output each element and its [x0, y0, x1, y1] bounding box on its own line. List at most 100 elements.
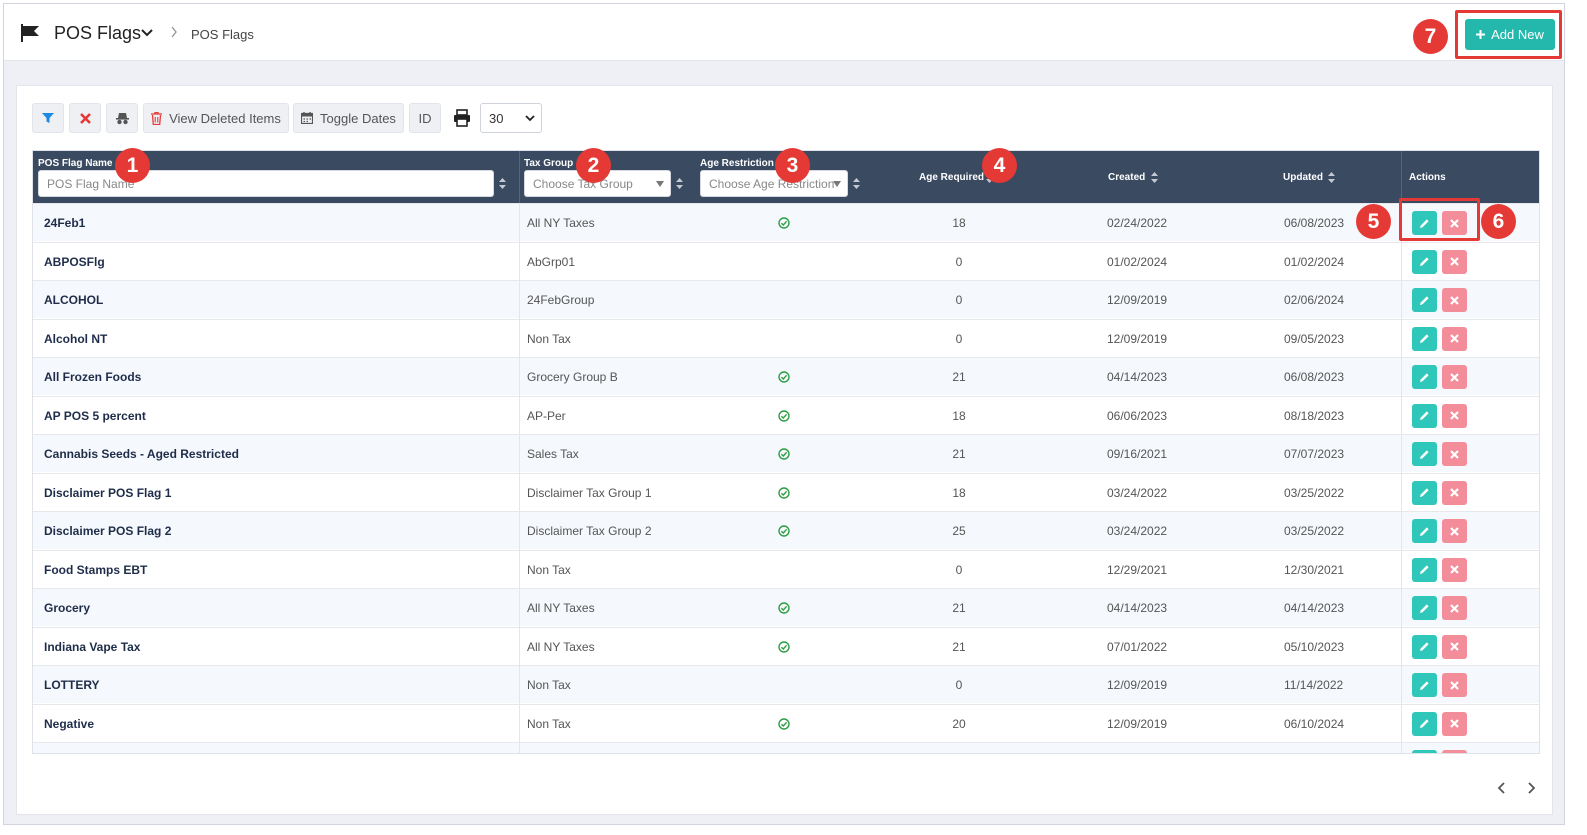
edit-button[interactable] — [1412, 519, 1437, 543]
table-row[interactable]: Negative Non Tax 20 12/09/2019 06/10/2024 — [33, 703, 1539, 742]
callout-badge: 1 — [115, 148, 150, 183]
pos-flag-name[interactable]: LOTTERY — [44, 678, 100, 692]
page-size-select[interactable]: 30 — [480, 103, 542, 133]
table-row[interactable]: 24Feb1 All NY Taxes 18 02/24/2022 06/08/2023 — [33, 203, 1539, 241]
sort-icon[interactable] — [499, 178, 506, 189]
edit-button[interactable] — [1412, 557, 1437, 582]
tax-group-value: Non Tax — [527, 331, 571, 346]
pencil-icon — [1420, 372, 1429, 382]
pencil-icon — [1420, 295, 1429, 305]
edit-button[interactable] — [1412, 403, 1437, 428]
tax-group-value: All NY Taxes — [527, 216, 595, 230]
sort-icon[interactable] — [676, 178, 683, 189]
delete-button[interactable] — [1442, 557, 1467, 582]
edit-button[interactable] — [1412, 711, 1437, 736]
next-page-icon[interactable] — [1524, 781, 1538, 795]
table-row[interactable]: Food Stamps EBT Non Tax 0 12/29/2021 12/30/2… — [33, 549, 1539, 588]
close-icon — [1450, 488, 1459, 497]
column-header-age-required[interactable]: Age Required — [919, 172, 984, 183]
pos-flag-name[interactable]: Disclaimer POS Flag 2 — [44, 524, 171, 538]
age-restriction-filter-select[interactable]: Choose Age Restriction — [700, 170, 848, 197]
table-row[interactable]: Disclaimer POS Flag 2 Disclaimer Tax Grou… — [33, 511, 1539, 549]
created-date: 12/09/2019 — [1107, 678, 1168, 692]
delete-button[interactable] — [1442, 288, 1467, 312]
tax-group-value: AP-Per — [527, 408, 566, 423]
table-row[interactable]: Cannabis Seeds - Aged Restricted Sales Ta… — [33, 434, 1539, 472]
delete-button[interactable] — [1442, 634, 1467, 659]
table-row[interactable]: All Frozen Foods Grocery Group B 21 04/14/2… — [33, 357, 1539, 395]
chevron-down-icon[interactable] — [141, 28, 153, 38]
pos-flag-name[interactable]: AP POS 5 percent — [44, 409, 146, 423]
incognito-button[interactable] — [106, 103, 138, 133]
pencil-icon — [1420, 334, 1429, 343]
chevron-down-icon — [656, 181, 664, 187]
table-row[interactable]: ABPOSFlg AbGrp01 0 01/02/2024 01/02/2024 — [33, 241, 1539, 280]
edit-button[interactable] — [1412, 365, 1437, 389]
delete-button[interactable] — [1442, 403, 1467, 428]
clear-filter-button[interactable] — [69, 103, 101, 133]
sort-icon[interactable] — [1151, 172, 1158, 183]
column-header-name: POS Flag Name — [38, 158, 113, 169]
delete-button[interactable] — [1442, 326, 1467, 351]
breadcrumb[interactable]: POS Flags — [191, 27, 254, 42]
id-toggle-button[interactable]: ID — [409, 103, 441, 133]
table-row[interactable]: Indiana Vape Tax All NY Taxes 21 07/01/2022… — [33, 626, 1539, 665]
table-row[interactable]: Alcohol NT Non Tax 0 12/09/2019 09/05/2023 — [33, 318, 1539, 357]
column-header-created[interactable]: Created — [1108, 172, 1145, 183]
table-row[interactable]: LOTTERY Non Tax 0 12/09/2019 11/14/2022 — [33, 665, 1539, 703]
updated-date: 02/06/2024 — [1284, 293, 1345, 307]
age-restriction-filter-placeholder: Choose Age Restriction — [709, 176, 835, 191]
view-deleted-button[interactable]: View Deleted Items — [143, 103, 289, 133]
delete-button[interactable] — [1442, 750, 1467, 753]
edit-button[interactable] — [1412, 634, 1437, 659]
delete-button[interactable] — [1442, 442, 1467, 466]
delete-button[interactable] — [1442, 365, 1467, 389]
sort-icon[interactable] — [1328, 172, 1335, 183]
edit-button[interactable] — [1412, 249, 1437, 274]
edit-button[interactable] — [1412, 480, 1437, 505]
pos-flag-name[interactable]: Cannabis Seeds - Aged Restricted — [44, 447, 239, 461]
pos-flag-name[interactable]: ABPOSFlg — [44, 255, 105, 269]
edit-button[interactable] — [1412, 326, 1437, 351]
delete-button[interactable] — [1442, 673, 1467, 697]
table-row[interactable]: Grocery All NY Taxes 21 04/14/2023 04/14/202… — [33, 588, 1539, 626]
pos-flag-name[interactable]: Negative — [44, 717, 94, 731]
age-required-text: 21 — [952, 601, 966, 615]
table-row[interactable]: AP POS 5 percent AP-Per 18 06/06/2023 08/18/… — [33, 395, 1539, 434]
column-divider — [519, 151, 520, 203]
breadcrumb-separator-icon — [171, 26, 177, 38]
delete-button[interactable] — [1442, 249, 1467, 274]
delete-button[interactable] — [1442, 480, 1467, 505]
column-header-updated[interactable]: Updated — [1283, 172, 1323, 183]
close-icon — [1450, 334, 1459, 343]
print-icon[interactable] — [453, 109, 471, 127]
edit-button[interactable] — [1412, 673, 1437, 697]
pos-flag-name[interactable]: Indiana Vape Tax — [44, 640, 140, 654]
check-circle-icon — [778, 486, 790, 499]
filter-button[interactable] — [32, 103, 64, 133]
delete-button[interactable] — [1442, 519, 1467, 543]
edit-button[interactable] — [1412, 750, 1437, 753]
age-required-text: 18 — [952, 216, 966, 230]
table-row[interactable]: ALCOHOL 24FebGroup 0 12/09/2019 02/06/2024 — [33, 280, 1539, 318]
sort-icon[interactable] — [853, 178, 860, 189]
name-filter-input[interactable]: POS Flag Name — [38, 170, 494, 197]
edit-button[interactable] — [1412, 596, 1437, 620]
pos-flag-name[interactable]: ALCOHOL — [44, 293, 103, 307]
pos-flag-name[interactable]: All Frozen Foods — [44, 370, 141, 384]
pos-flag-name[interactable]: Alcohol NT — [44, 332, 107, 346]
edit-button[interactable] — [1412, 288, 1437, 312]
delete-button[interactable] — [1442, 711, 1467, 736]
updated-date: 03/25/2022 — [1284, 485, 1345, 500]
pencil-icon — [1420, 411, 1429, 420]
table-row[interactable]: Disclaimer POS Flag 1 Disclaimer Tax Grou… — [33, 472, 1539, 511]
pos-flag-name[interactable]: Food Stamps EBT — [44, 563, 147, 577]
toggle-dates-button[interactable]: Toggle Dates — [293, 103, 404, 133]
pos-flag-name[interactable]: Grocery — [44, 601, 90, 615]
delete-button[interactable] — [1442, 596, 1467, 620]
pos-flag-name[interactable]: Disclaimer POS Flag 1 — [44, 486, 171, 500]
edit-button[interactable] — [1412, 442, 1437, 466]
table-row[interactable] — [33, 742, 1539, 753]
previous-page-icon[interactable] — [1495, 781, 1509, 795]
pos-flag-name[interactable]: 24Feb1 — [44, 216, 85, 230]
